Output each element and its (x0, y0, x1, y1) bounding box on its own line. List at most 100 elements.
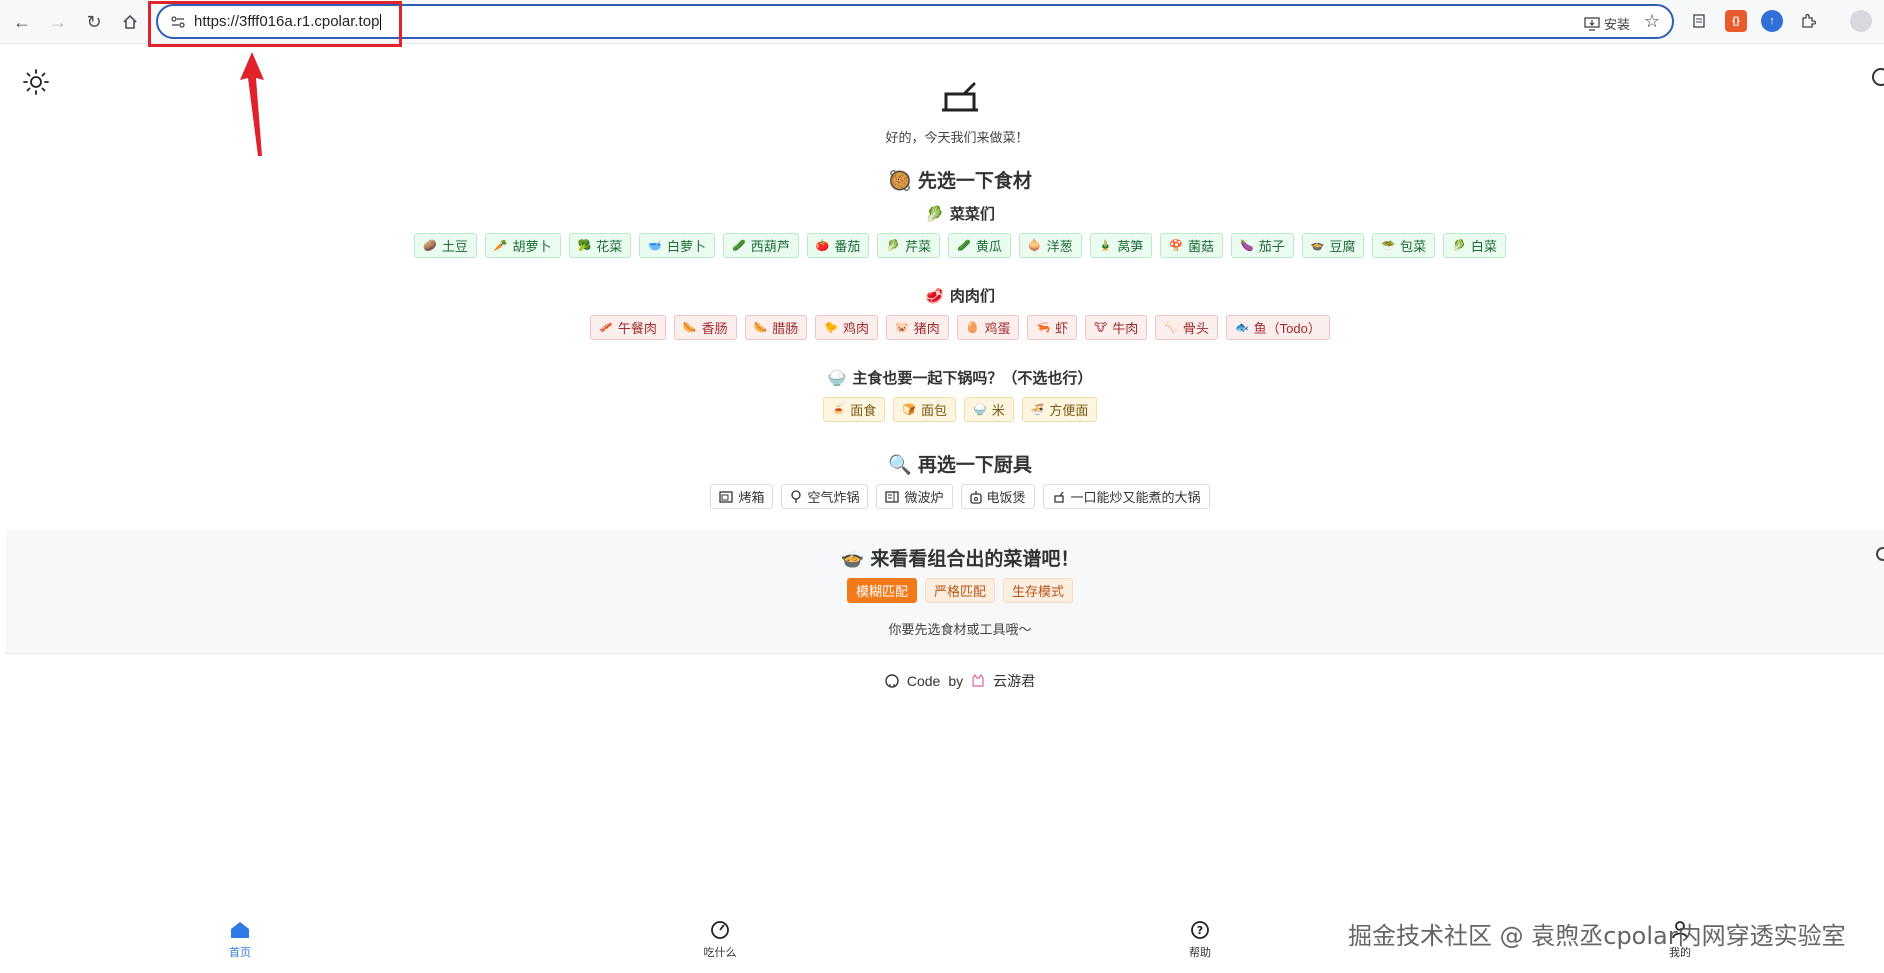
bookmark-star-icon[interactable]: ☆ (1644, 11, 1660, 32)
tomato-icon: 🍅 (815, 239, 830, 252)
shrimp-icon: 🦐 (1036, 321, 1051, 334)
page-footer: Code by 云游君 (0, 671, 1884, 691)
vegetable-chip[interactable]: 🍄 菌菇 (1160, 233, 1224, 258)
staple-chip[interactable]: 🍞 面包 (893, 397, 956, 422)
staple-chip-row: 🍝 面食 🍞 面包 🍚 米 🍜 方便面 (0, 397, 1884, 422)
vegetable-chip[interactable]: 🥕 胡萝卜 (484, 233, 561, 258)
search-icon[interactable] (1872, 68, 1884, 86)
cabbage-icon: 🥗 (1381, 239, 1396, 252)
extension-blue-icon[interactable]: ↑ (1761, 10, 1783, 32)
staple-chip[interactable]: 🍜 方便面 (1021, 397, 1098, 422)
reading-list-icon[interactable] (1688, 10, 1710, 32)
match-mode-switch: 模糊匹配 严格匹配 生存模式 (0, 578, 1884, 603)
meat-chip[interactable]: 🥚 鸡蛋 (956, 315, 1020, 340)
vegetable-chip[interactable]: 🥒 黄瓜 (948, 233, 1011, 258)
meat-chip[interactable]: 🦴 骨头 (1155, 315, 1218, 340)
pot-logo-icon (942, 82, 978, 112)
air-fryer-icon (791, 489, 802, 503)
mode-fuzzy-match-button[interactable]: 模糊匹配 (846, 578, 917, 603)
home-icon[interactable] (116, 8, 144, 36)
rice-bowl-icon: 🍚 (827, 369, 847, 387)
meat-chip[interactable]: 🦐 虾 (1027, 315, 1078, 340)
carrot-icon: 🥕 (493, 239, 508, 252)
theme-toggle-sun-icon[interactable] (22, 68, 50, 96)
lettuce-stem-icon: 🎍 (1098, 239, 1113, 252)
celery-icon: 🥬 (886, 239, 901, 252)
tab-help[interactable]: ? 帮助 (1160, 918, 1240, 960)
pot-icon (1053, 491, 1064, 503)
pig-icon: 🐷 (895, 321, 909, 334)
svg-text:?: ? (1197, 924, 1203, 937)
meat-chip[interactable]: 🌭 香肠 (673, 315, 737, 340)
meat-chip[interactable]: 🥓 午餐肉 (590, 315, 666, 340)
meat-chip[interactable]: 🐟 鱼（Todo） (1225, 315, 1330, 340)
bone-icon: 🦴 (1164, 321, 1178, 334)
profile-avatar[interactable] (1850, 10, 1872, 32)
mode-survival-button[interactable]: 生存模式 (1003, 578, 1074, 603)
tool-chip[interactable]: 微波炉 (876, 484, 953, 509)
page-subtitle: 好的，今天我们来做菜！ (885, 130, 1029, 145)
vegetable-chip-row: 🥔 土豆 🥕 胡萝卜 🥦 花菜 🥣 白萝卜 🥒 西葫芦 🍅 番茄 🥬 芹菜 🥒 黄瓜 🧅 洋葱 🎍… (0, 233, 1884, 258)
eggplant-icon: 🍆 (1240, 239, 1254, 252)
vegetable-chip[interactable]: 🥒 西葫芦 (722, 233, 799, 258)
vegetable-chip[interactable]: 🥗 包菜 (1372, 233, 1436, 258)
meat-icon: 🥩 (925, 287, 944, 305)
microwave-icon (885, 490, 900, 503)
install-app-button[interactable]: 安装 (1584, 14, 1630, 33)
vegetable-chip[interactable]: 🧅 洋葱 (1018, 233, 1082, 258)
staple-chip[interactable]: 🍝 面食 (822, 397, 886, 422)
meat-chip[interactable]: 🌭 腊肠 (744, 315, 808, 340)
forward-icon[interactable]: → (44, 8, 72, 36)
tab-home[interactable]: 首页 (200, 918, 280, 960)
back-icon[interactable]: ← (8, 8, 36, 36)
noodles-icon: 🍝 (831, 403, 846, 416)
meat-chip-row: 🥓 午餐肉 🌭 香肠 🌭 腊肠 🐤 鸡肉 🐷 猪肉 🥚 鸡蛋 🦐 虾 🐮 牛肉 🦴 骨头 🐟 鱼（T… (0, 315, 1884, 340)
tool-chip[interactable]: 空气炸锅 (781, 484, 869, 509)
reload-icon[interactable]: ↻ (80, 8, 108, 36)
staples-title: 🍚 主食也要一起下锅吗？（不选也行） (827, 369, 1093, 387)
tab-what-to-eat[interactable]: 吃什么 (680, 918, 760, 960)
extension-red-icon[interactable]: {} (1725, 10, 1747, 32)
meat-chip[interactable]: 🐤 鸡肉 (815, 315, 879, 340)
tool-chip-row: 烤箱 空气炸锅 微波炉 电饭煲 一口能炒又能煮的大锅 (0, 484, 1884, 509)
zucchini-icon: 🥒 (731, 239, 746, 252)
vegetable-chip[interactable]: 🍆 茄子 (1231, 233, 1294, 258)
footer-by-text: by (948, 673, 964, 689)
extensions-puzzle-icon[interactable] (1797, 10, 1819, 32)
broccoli-icon: 🥦 (577, 239, 592, 252)
vegetable-chip[interactable]: 🍅 番茄 (806, 233, 870, 258)
choose-ingredients-title: 🥘 先选一下食材 (888, 170, 1032, 192)
potato-icon: 🥔 (423, 239, 437, 252)
onion-icon: 🧅 (1027, 239, 1042, 252)
stew-icon: 🍲 (840, 548, 865, 570)
browser-toolbar: ← → ↻ https://3fff016a.r1.cpolar.top 安装 … (0, 0, 1884, 47)
footer-author-link[interactable]: 云游君 (993, 671, 1035, 691)
compass-icon (711, 921, 729, 939)
vegetable-chip[interactable]: 🥦 花菜 (568, 233, 632, 258)
tool-chip[interactable]: 电饭煲 (960, 484, 1035, 509)
fish-icon: 🐟 (1234, 321, 1249, 334)
footer-code-link[interactable]: Code (907, 673, 940, 689)
dish-icon: 🥘 (888, 170, 912, 192)
rice-cooker-icon (969, 490, 982, 504)
meat-chip[interactable]: 🐮 牛肉 (1085, 315, 1148, 340)
annotation-highlight-box (148, 1, 402, 47)
vegetables-title: 🥬 菜菜们 (925, 205, 995, 223)
tool-chip[interactable]: 烤箱 (710, 484, 774, 509)
vegetable-chip[interactable]: 🥣 白萝卜 (639, 233, 715, 258)
vegetable-chip[interactable]: 🎍 莴笋 (1089, 233, 1153, 258)
oven-icon (719, 490, 734, 503)
mushroom-icon: 🍄 (1169, 239, 1183, 252)
meat-chip[interactable]: 🐷 猪肉 (886, 315, 949, 340)
vegetable-chip[interactable]: 🥬 白菜 (1443, 233, 1506, 258)
tool-chip[interactable]: 一口能炒又能煮的大锅 (1042, 484, 1210, 509)
watermark-text: 掘金技术社区 @ 袁煦丞cpolar内网穿透实验室 (1348, 922, 1846, 950)
vegetable-chip[interactable]: 🍲 豆腐 (1301, 233, 1365, 258)
home-icon (231, 922, 249, 938)
vegetable-chip[interactable]: 🥔 土豆 (414, 233, 477, 258)
recipe-result-title: 🍲 来看看组合出的菜谱吧！ (840, 548, 1080, 570)
chicken-icon: 🐤 (824, 321, 838, 334)
vegetable-chip[interactable]: 🥬 芹菜 (877, 233, 941, 258)
staple-chip[interactable]: 🍚 米 (964, 397, 1014, 422)
mode-strict-match-button[interactable]: 严格匹配 (924, 578, 995, 603)
